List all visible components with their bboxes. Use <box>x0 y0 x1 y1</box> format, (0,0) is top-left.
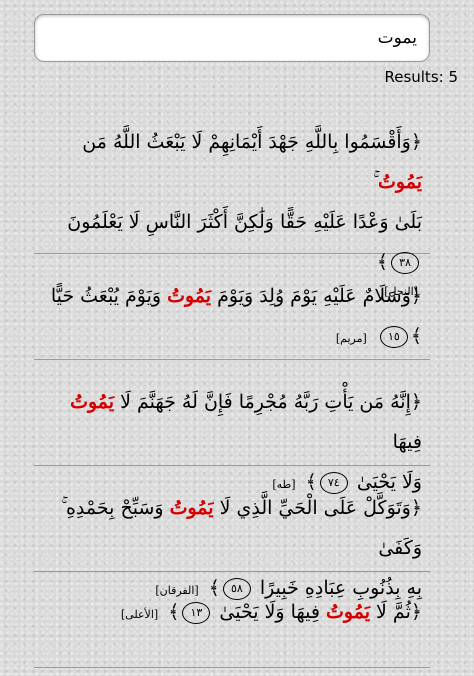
verse-text: ﴿ثُمَّ لَا يَمُوتُ فِيهَا وَلَا يَحْيَىٰ… <box>120 601 422 624</box>
surah-name: [الأعلى] <box>120 608 159 621</box>
verse-segment: ﴿وَأَقْسَمُوا بِاللَّهِ جَهْدَ أَيْمَانِ… <box>82 131 422 153</box>
search-highlight: يَمُوتُ <box>326 601 371 623</box>
ayah-number-marker: ١٣ <box>182 602 211 624</box>
results-count: Results: 5 <box>384 68 458 86</box>
verse-segment: وَيَوْمَ يُبْعَثُ حَيًّا <box>50 285 168 307</box>
verse-segment: ﴿وَسَلَامٌ عَلَيْهِ يَوْمَ وُلِدَ وَيَوْ… <box>211 285 422 307</box>
list-item[interactable]: ﴿وَسَلَامٌ عَلَيْهِ يَوْمَ وُلِدَ وَيَوْ… <box>34 254 430 360</box>
ayah-number-marker: ١٥ <box>379 326 408 348</box>
list-item[interactable]: ﴿إِنَّهُ مَن يَأْتِ رَبَّهُ مُجْرِمًا فَ… <box>34 360 430 494</box>
ayah-number-marker: ٣٨ <box>391 252 419 274</box>
verse-segment: ﴿ثُمَّ لَا <box>370 601 422 623</box>
verse-segment: بَلَىٰ وَعْدًا عَلَيْهِ حَقًّا وَلَٰكِنَ… <box>67 211 422 233</box>
results-list: ﴿وَأَقْسَمُوا بِاللَّهِ جَهْدَ أَيْمَانِ… <box>34 94 430 668</box>
search-box[interactable] <box>34 14 430 62</box>
search-highlight: يَمُوتُ <box>378 171 422 193</box>
surah-name: [مريم] <box>335 332 367 345</box>
verse-segment: ﴿وَتَوَكَّلْ عَلَى الْحَيِّ الَّذِي لَا <box>213 497 422 519</box>
search-input[interactable] <box>35 15 429 61</box>
search-highlight: يَمُوتُ <box>169 497 214 519</box>
verse-text: ﴿وَسَلَامٌ عَلَيْهِ يَوْمَ وُلِدَ وَيَوْ… <box>50 285 422 348</box>
search-highlight: يَمُوتُ <box>70 391 115 413</box>
verse-segment: ﴿إِنَّهُ مَن يَأْتِ رَبَّهُ مُجْرِمًا فَ… <box>114 391 422 413</box>
verse-segment: فِيهَا وَلَا يَحْيَىٰ <box>219 601 327 623</box>
verse-segment: فِيهَا <box>392 431 422 453</box>
list-item[interactable]: ﴿وَأَقْسَمُوا بِاللَّهِ جَهْدَ أَيْمَانِ… <box>34 94 430 298</box>
search-highlight: يَمُوتُ <box>167 285 212 307</box>
